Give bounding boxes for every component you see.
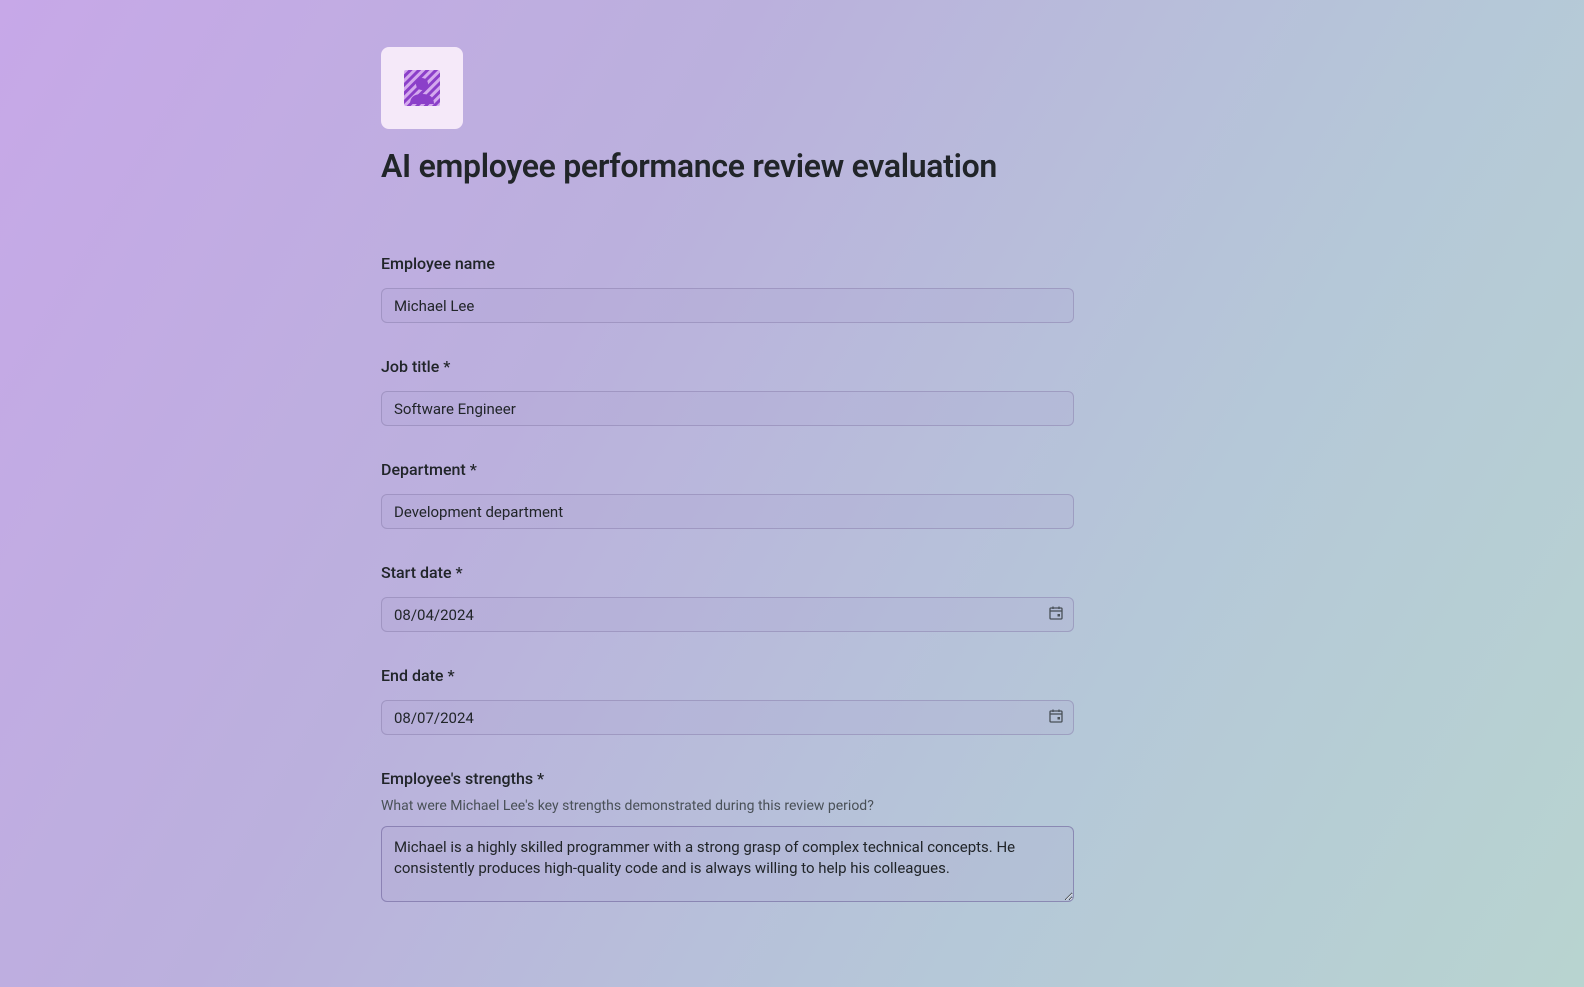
strengths-description: What were Michael Lee's key strengths de… (381, 798, 1074, 814)
employee-name-label: Employee name (381, 254, 1074, 273)
form-icon-box (381, 47, 463, 129)
person-stripes-icon (402, 68, 442, 108)
start-date-label: Start date * (381, 563, 1074, 582)
employee-name-input[interactable] (381, 288, 1074, 323)
strengths-textarea[interactable] (381, 826, 1074, 902)
field-department: Department * (381, 460, 1074, 529)
end-date-label: End date * (381, 666, 1074, 685)
field-start-date: Start date * (381, 563, 1074, 632)
page-title: AI employee performance review evaluatio… (381, 147, 1074, 185)
start-date-input[interactable] (381, 597, 1074, 632)
end-date-wrapper (381, 700, 1074, 735)
strengths-label: Employee's strengths * (381, 769, 1074, 788)
department-input[interactable] (381, 494, 1074, 529)
field-strengths: Employee's strengths * What were Michael… (381, 769, 1074, 906)
department-label: Department * (381, 460, 1074, 479)
field-job-title: Job title * (381, 357, 1074, 426)
job-title-input[interactable] (381, 391, 1074, 426)
form-container: AI employee performance review evaluatio… (381, 47, 1074, 906)
start-date-wrapper (381, 597, 1074, 632)
job-title-label: Job title * (381, 357, 1074, 376)
field-end-date: End date * (381, 666, 1074, 735)
field-employee-name: Employee name (381, 254, 1074, 323)
end-date-input[interactable] (381, 700, 1074, 735)
